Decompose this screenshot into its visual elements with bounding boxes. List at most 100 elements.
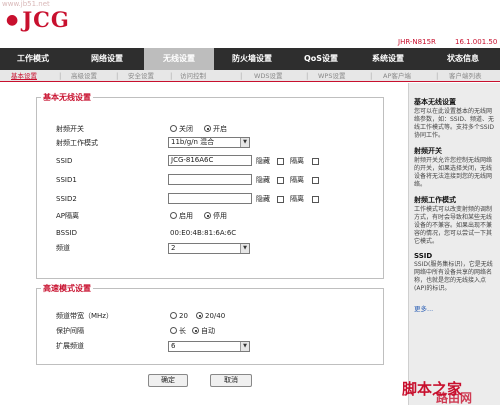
ssid2-row: SSID2 隐藏 隔离	[0, 193, 400, 205]
radio-switch-label: 射频开关	[56, 125, 84, 133]
subnav-wds[interactable]: WDS设置	[254, 70, 283, 82]
ap-isolation-enable[interactable]: 启用	[170, 210, 193, 222]
bssid-label: BSSID	[56, 229, 78, 237]
bandwidth-20-40-radio[interactable]	[196, 312, 203, 319]
radio-switch-off[interactable]: 关闭	[170, 123, 193, 135]
ssid2-isolate-label: 隔离	[290, 195, 304, 203]
main-content: 基本无线设置 射频开关 关闭 开启 射频工作模式 11b/g/n 混合 ▼ SS…	[0, 83, 410, 405]
nav-qos-settings[interactable]: QoS设置	[288, 48, 354, 70]
ssid2-hide-label: 隐藏	[256, 195, 270, 203]
ssid1-isolate-checkbox[interactable]	[312, 177, 319, 184]
subnav-access-control[interactable]: 访问控制	[180, 70, 206, 82]
bandwidth-20-radio[interactable]	[170, 312, 177, 319]
chevron-down-icon: ▼	[240, 244, 249, 253]
main-nav: 工作模式 网络设置 无线设置 防火墙设置 QoS设置 系统设置 状态信息	[0, 48, 500, 70]
radio-on-button[interactable]	[204, 125, 211, 132]
nav-wireless-settings[interactable]: 无线设置	[144, 48, 214, 70]
ap-isolation-enable-radio[interactable]	[170, 212, 177, 219]
help-title-radio: 射频开关	[414, 147, 442, 155]
ssid-isolate-checkbox[interactable]	[312, 158, 319, 165]
subnav-client-list[interactable]: 客户端列表	[449, 70, 482, 82]
bandwidth-20-40[interactable]: 20/40	[196, 310, 225, 322]
ssid2-isolate-checkbox[interactable]	[312, 196, 319, 203]
ssid-label: SSID	[56, 157, 73, 165]
help-text-radio: 射频开关允许您控制无线网络的开关，如果选择关闭，无线设备将无法连接到您的无线网络…	[414, 157, 493, 188]
firmware-version: 16.1.001.50	[455, 38, 498, 46]
guard-auto[interactable]: 自动	[192, 325, 215, 337]
ssid-hide-checkbox[interactable]	[277, 158, 284, 165]
ap-isolation-disable-radio[interactable]	[204, 212, 211, 219]
subnav-separator: |	[170, 72, 173, 80]
sub-nav: 基本设置 | 高级设置 | 安全设置 | 访问控制 | WDS设置 | WPS设…	[0, 70, 500, 82]
ssid2-label: SSID2	[56, 195, 77, 203]
bandwidth-row: 频道带宽（MHz） 20 20/40	[0, 310, 400, 322]
subnav-advanced[interactable]: 高级设置	[71, 70, 97, 82]
ssid-isolate-label: 隔离	[290, 157, 304, 165]
ssid1-isolate-label: 隔离	[290, 176, 304, 184]
nav-system-settings[interactable]: 系统设置	[356, 48, 420, 70]
guard-interval-label: 保护间隔	[56, 327, 84, 335]
brand-logo: ● JCG	[6, 7, 70, 32]
ssid1-input[interactable]	[168, 174, 252, 185]
ssid2-hide-checkbox[interactable]	[277, 196, 284, 203]
bandwidth-20[interactable]: 20	[170, 310, 188, 322]
bandwidth-label: 频道带宽（MHz）	[56, 312, 113, 320]
ap-isolation-disable[interactable]: 停用	[204, 210, 227, 222]
mode-label: 射频工作模式	[56, 139, 98, 147]
watermark-router-site: 路由网	[436, 391, 473, 405]
channel-select[interactable]: 2 ▼	[168, 243, 250, 254]
model-number: JHR-N815R	[398, 38, 436, 46]
nav-network-settings[interactable]: 网络设置	[74, 48, 140, 70]
ssid-row: SSID JCG-816A6C 隐藏 隔离	[0, 155, 400, 167]
subnav-basic[interactable]: 基本设置	[11, 70, 37, 82]
cancel-button[interactable]: 取消	[210, 374, 252, 387]
bssid-row: BSSID 00:E0:4B:81:6A:6C	[0, 227, 400, 239]
subnav-separator: |	[240, 72, 243, 80]
help-text-basic: 您可以在此设置基本的无线网络参数，如：SSID、频道、无线工作模式等。支持多个S…	[414, 108, 495, 139]
radio-switch-on[interactable]: 开启	[204, 123, 227, 135]
subnav-separator: |	[436, 72, 439, 80]
channel-row: 频道 2 ▼	[0, 242, 400, 254]
help-text-mode: 工作模式可以改变射频的调制方式，有时会导致和某些无线设备的不兼容。如果出现不兼容…	[414, 206, 493, 245]
ssid-input[interactable]: JCG-816A6C	[168, 155, 252, 166]
ext-channel-row: 扩展频道 6 ▼	[0, 340, 400, 352]
high-speed-legend: 高速模式设置	[41, 283, 93, 294]
help-text-ssid: SSID(服务集标识)，它是无线网络中所有设备共享的网络名称，也就是您的无线接入…	[414, 261, 493, 292]
basic-wireless-legend: 基本无线设置	[41, 92, 93, 103]
help-title-mode: 射频工作模式	[414, 196, 456, 204]
ap-isolation-label: AP隔离	[56, 212, 80, 220]
ssid2-input[interactable]	[168, 193, 252, 204]
ext-channel-select[interactable]: 6 ▼	[168, 341, 250, 352]
help-more-link[interactable]: 更多...	[414, 303, 495, 313]
subnav-separator: |	[59, 72, 62, 80]
help-title-ssid: SSID	[414, 252, 433, 260]
guard-long[interactable]: 长	[170, 325, 186, 337]
channel-label: 频道	[56, 244, 70, 252]
chevron-down-icon: ▼	[240, 138, 249, 147]
nav-work-mode[interactable]: 工作模式	[0, 48, 66, 70]
ext-channel-label: 扩展频道	[56, 342, 84, 350]
subnav-ap-client[interactable]: AP客户端	[383, 70, 411, 82]
subnav-separator: |	[370, 72, 373, 80]
ssid1-hide-label: 隐藏	[256, 176, 270, 184]
mode-row: 射频工作模式 11b/g/n 混合 ▼	[0, 137, 400, 149]
subnav-separator: |	[306, 72, 309, 80]
nav-status-info[interactable]: 状态信息	[428, 48, 498, 70]
subnav-separator: |	[116, 72, 119, 80]
help-panel: 基本无线设置 您可以在此设置基本的无线网络参数，如：SSID、频道、无线工作模式…	[408, 83, 500, 405]
help-title-basic: 基本无线设置	[414, 98, 456, 106]
radio-switch-row: 射频开关 关闭 开启	[0, 123, 400, 135]
ssid1-hide-checkbox[interactable]	[277, 177, 284, 184]
guard-auto-radio[interactable]	[192, 327, 199, 334]
subnav-security[interactable]: 安全设置	[128, 70, 154, 82]
bssid-value: 00:E0:4B:81:6A:6C	[170, 229, 237, 237]
chevron-down-icon: ▼	[240, 342, 249, 351]
guard-long-radio[interactable]	[170, 327, 177, 334]
mode-select[interactable]: 11b/g/n 混合 ▼	[168, 137, 250, 148]
ok-button[interactable]: 确定	[148, 374, 188, 387]
nav-firewall-settings[interactable]: 防火墙设置	[216, 48, 288, 70]
subnav-wps[interactable]: WPS设置	[318, 70, 345, 82]
radio-off-button[interactable]	[170, 125, 177, 132]
ssid-hide-label: 隐藏	[256, 157, 270, 165]
guard-interval-row: 保护间隔 长 自动	[0, 325, 400, 337]
